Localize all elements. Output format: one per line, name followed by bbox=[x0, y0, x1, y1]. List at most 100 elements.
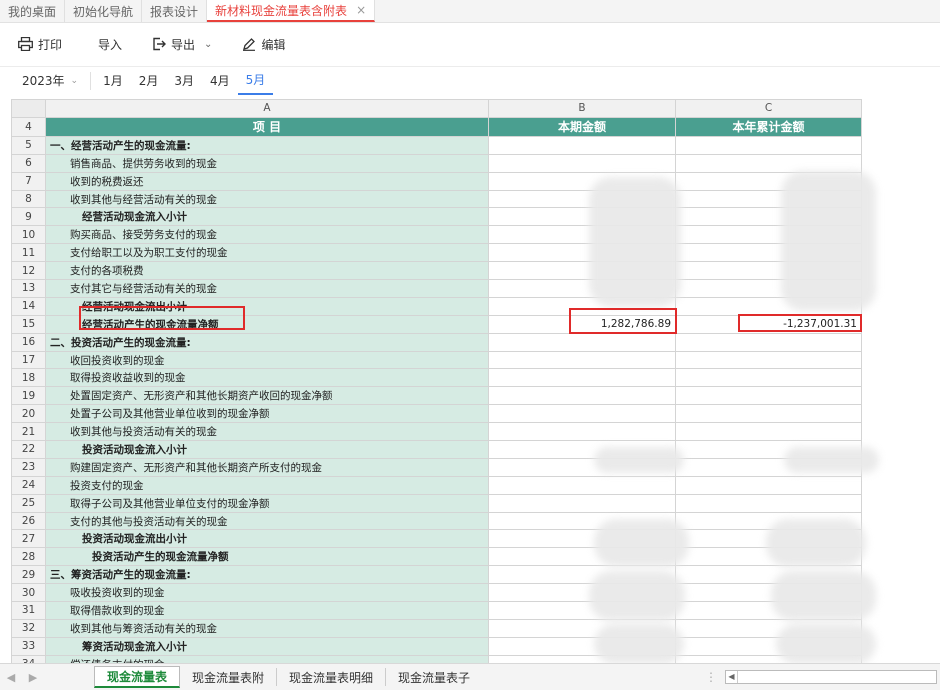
item-label-cell[interactable]: 处置子公司及其他营业单位收到的现金净额 bbox=[45, 404, 489, 424]
row-number[interactable]: 27 bbox=[11, 529, 46, 549]
scroll-left-icon[interactable]: ◀ bbox=[726, 671, 738, 683]
item-label-cell[interactable]: 投资活动现金流入小计 bbox=[45, 440, 489, 459]
sheet-tab-cashflow-sub[interactable]: 现金流量表子 bbox=[386, 668, 482, 686]
row-number[interactable]: 28 bbox=[11, 547, 46, 567]
row-number[interactable]: 18 bbox=[11, 368, 46, 388]
prev-sheet-icon[interactable]: ◀ bbox=[0, 671, 22, 684]
item-label-cell[interactable]: 吸收投资收到的现金 bbox=[45, 583, 489, 603]
header-item[interactable]: 项 目 bbox=[45, 116, 489, 137]
item-label-cell[interactable]: 经营活动现金流入小计 bbox=[45, 207, 489, 227]
item-label-cell[interactable]: 三、筹资活动产生的现金流量: bbox=[45, 565, 489, 585]
item-label-cell[interactable]: 一、经营活动产生的现金流量: bbox=[45, 135, 489, 155]
item-label-cell[interactable]: 收到其他与筹资活动有关的现金 bbox=[45, 618, 489, 638]
current-amount-cell[interactable] bbox=[488, 475, 676, 495]
spreadsheet[interactable]: A B C 4 项 目 本期金额 本年累计金额 5 一、经营活动产生的现金流量: 6… bbox=[11, 99, 940, 665]
year-select[interactable]: 2023年 ⌄ bbox=[22, 71, 92, 90]
header-current-amount[interactable]: 本期金额 bbox=[488, 116, 676, 137]
current-amount-cell[interactable] bbox=[488, 135, 676, 155]
item-label-cell[interactable]: 筹资活动现金流入小计 bbox=[45, 636, 489, 656]
current-amount-cell[interactable] bbox=[488, 153, 676, 173]
column-letter-a[interactable]: A bbox=[45, 99, 489, 118]
item-label-cell[interactable]: 二、投资活动产生的现金流量: bbox=[45, 332, 489, 352]
row-number[interactable]: 19 bbox=[11, 386, 46, 406]
item-label-cell[interactable]: 支付其它与经营活动有关的现金 bbox=[45, 279, 489, 298]
item-label-cell[interactable]: 投资活动现金流出小计 bbox=[45, 529, 489, 549]
ytd-amount-cell[interactable] bbox=[675, 493, 862, 513]
row-number[interactable]: 13 bbox=[11, 279, 46, 298]
sheet-tab-cashflow-appendix[interactable]: 现金流量表附 bbox=[180, 668, 278, 686]
row-number[interactable]: 20 bbox=[11, 404, 46, 424]
row-number[interactable]: 7 bbox=[11, 171, 46, 191]
column-letter-c[interactable]: C bbox=[675, 99, 862, 118]
item-label-cell[interactable]: 处置固定资产、无形资产和其他长期资产收回的现金净额 bbox=[45, 386, 489, 406]
ytd-amount-cell[interactable] bbox=[675, 475, 862, 495]
item-label-cell[interactable]: 支付的各项税费 bbox=[45, 261, 489, 281]
ytd-amount-cell[interactable]: -1,237,001.31 bbox=[675, 314, 862, 334]
row-number[interactable]: 24 bbox=[11, 475, 46, 495]
row-number[interactable]: 29 bbox=[11, 565, 46, 585]
item-label-cell[interactable]: 收到其他与经营活动有关的现金 bbox=[45, 189, 489, 209]
import-button[interactable]: 导入 bbox=[98, 36, 122, 53]
current-amount-cell[interactable] bbox=[488, 386, 676, 406]
scrollbar-track[interactable]: ◀ bbox=[725, 670, 937, 684]
month-tab-2[interactable]: 2月 bbox=[131, 67, 167, 95]
sheet-tab-cashflow-detail[interactable]: 现金流量表明细 bbox=[277, 668, 387, 686]
row-number[interactable]: 25 bbox=[11, 493, 46, 513]
current-amount-cell[interactable]: 1,282,786.89 bbox=[488, 314, 676, 334]
row-number[interactable]: 4 bbox=[11, 116, 46, 137]
row-number[interactable]: 30 bbox=[11, 583, 46, 603]
print-button[interactable]: 打印 bbox=[18, 36, 62, 53]
ytd-amount-cell[interactable] bbox=[675, 153, 862, 173]
tab-my-desktop[interactable]: 我的桌面 bbox=[0, 0, 66, 22]
export-dropdown[interactable]: 导出 ⌄ bbox=[152, 36, 212, 53]
row-number[interactable]: 17 bbox=[11, 350, 46, 370]
row-number[interactable]: 10 bbox=[11, 225, 46, 245]
sheet-tab-cashflow[interactable]: 现金流量表 bbox=[94, 666, 181, 688]
row-number[interactable]: 33 bbox=[11, 636, 46, 656]
row-number[interactable]: 22 bbox=[11, 440, 46, 459]
item-label-cell[interactable]: 取得投资收益收到的现金 bbox=[45, 368, 489, 388]
item-label-cell[interactable]: 收到其他与投资活动有关的现金 bbox=[45, 422, 489, 442]
current-amount-cell[interactable] bbox=[488, 493, 676, 513]
tab-init-navigation[interactable]: 初始化导航 bbox=[65, 0, 143, 22]
tab-report-design[interactable]: 报表设计 bbox=[142, 0, 208, 22]
edit-button[interactable]: 编辑 bbox=[242, 36, 285, 53]
horizontal-scrollbar[interactable]: ⋮ ◀ bbox=[705, 668, 937, 686]
item-label-cell[interactable]: 销售商品、提供劳务收到的现金 bbox=[45, 153, 489, 173]
item-label-cell[interactable]: 投资活动产生的现金流量净额 bbox=[45, 547, 489, 567]
current-amount-cell[interactable] bbox=[488, 332, 676, 352]
row-number[interactable]: 5 bbox=[11, 135, 46, 155]
row-number[interactable]: 21 bbox=[11, 422, 46, 442]
column-letter-b[interactable]: B bbox=[488, 99, 676, 118]
item-label-cell[interactable]: 收回投资收到的现金 bbox=[45, 350, 489, 370]
row-number[interactable]: 9 bbox=[11, 207, 46, 227]
next-sheet-icon[interactable]: ▶ bbox=[22, 671, 44, 684]
item-label-cell[interactable]: 购建固定资产、无形资产和其他长期资产所支付的现金 bbox=[45, 457, 489, 477]
month-tab-1[interactable]: 1月 bbox=[95, 67, 131, 95]
item-label-cell[interactable]: 购买商品、接受劳务支付的现金 bbox=[45, 225, 489, 245]
ytd-amount-cell[interactable] bbox=[675, 332, 862, 352]
row-number[interactable]: 15 bbox=[11, 314, 46, 334]
item-label-cell[interactable]: 收到的税费返还 bbox=[45, 171, 489, 191]
select-all-corner[interactable] bbox=[11, 99, 46, 118]
row-number[interactable]: 31 bbox=[11, 601, 46, 620]
current-amount-cell[interactable] bbox=[488, 368, 676, 388]
ytd-amount-cell[interactable] bbox=[675, 422, 862, 442]
item-label-cell[interactable]: 经营活动产生的现金流量净额 bbox=[45, 314, 489, 334]
row-number[interactable]: 8 bbox=[11, 189, 46, 209]
item-label-cell[interactable]: 支付的其他与投资活动有关的现金 bbox=[45, 511, 489, 531]
ytd-amount-cell[interactable] bbox=[675, 386, 862, 406]
current-amount-cell[interactable] bbox=[488, 404, 676, 424]
month-tab-4[interactable]: 4月 bbox=[202, 67, 238, 95]
row-number[interactable]: 16 bbox=[11, 332, 46, 352]
ytd-amount-cell[interactable] bbox=[675, 404, 862, 424]
row-number[interactable]: 32 bbox=[11, 618, 46, 638]
close-icon[interactable]: × bbox=[356, 3, 366, 17]
item-label-cell[interactable]: 取得子公司及其他营业单位支付的现金净额 bbox=[45, 493, 489, 513]
ytd-amount-cell[interactable] bbox=[675, 350, 862, 370]
item-label-cell[interactable]: 支付给职工以及为职工支付的现金 bbox=[45, 243, 489, 263]
row-number[interactable]: 23 bbox=[11, 457, 46, 477]
row-number[interactable]: 6 bbox=[11, 153, 46, 173]
row-number[interactable]: 12 bbox=[11, 261, 46, 281]
current-amount-cell[interactable] bbox=[488, 422, 676, 442]
